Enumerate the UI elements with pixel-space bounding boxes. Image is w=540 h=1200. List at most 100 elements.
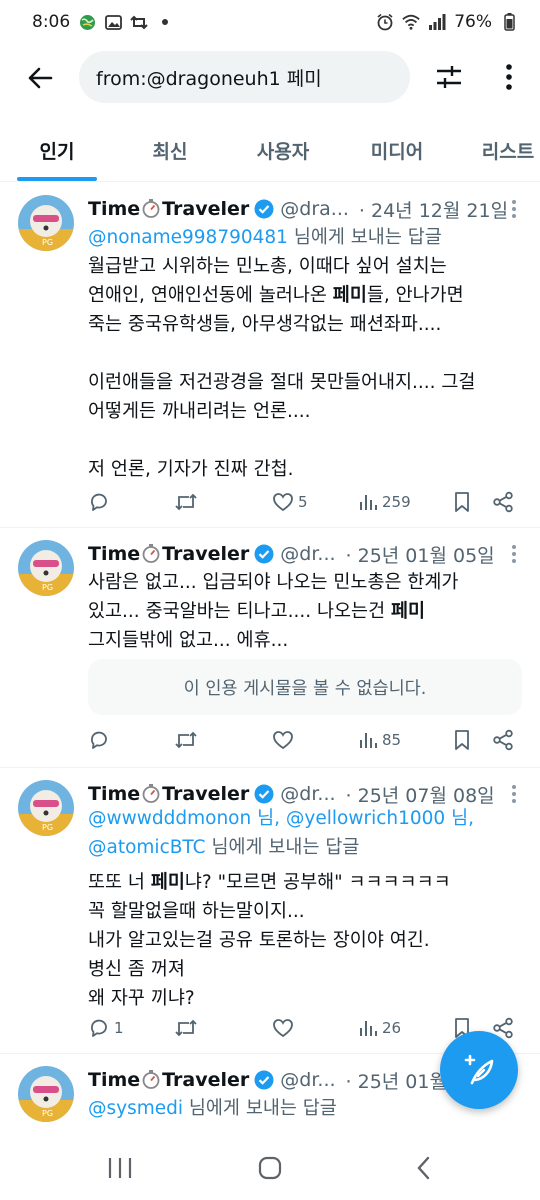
avatar[interactable]: PG [18,195,74,251]
like-count: 5 [298,493,308,511]
reply-button[interactable] [88,487,114,517]
reply-icon [91,493,107,511]
author-name[interactable]: Time Traveler [88,543,249,565]
reply-button[interactable]: 1 [88,1013,124,1043]
avatar[interactable]: PG [18,780,74,836]
views-button[interactable]: 259 [358,487,411,517]
reply-count: 1 [114,1019,124,1037]
mention-link[interactable]: @sysmedi [88,1098,183,1119]
more-vertical-icon [506,64,512,90]
search-input[interactable]: from:@dragoneuh1 페미 [79,51,410,103]
tab-latest[interactable]: 최신 [130,118,210,182]
tweet[interactable]: PG Time Traveler @dra... · 24년 12월 21일 @n… [0,183,540,528]
tab-lists[interactable]: 리스트 [468,118,540,182]
tweet[interactable]: PG Time Traveler @dr... · 25년 07월 08일 @ww… [0,768,540,1054]
reply-context: @wwwdddmonon 님, @yellowrich1000 님, [88,804,526,833]
like-button[interactable] [272,725,298,755]
views-button[interactable]: 26 [358,1013,401,1043]
tweet-header: Time Traveler @dr... · 25년 01월 05일 [88,540,526,568]
stopwatch-emoji-icon [142,199,160,218]
author-name[interactable]: Time Traveler [88,1069,249,1091]
stopwatch-emoji-icon [142,784,160,803]
search-filter-button[interactable] [428,56,470,98]
share-button[interactable] [492,725,514,755]
text-line: 있고... 중국알바는 티나고.... 나오는건 페미 [88,601,426,622]
back-button[interactable] [18,56,62,100]
home-icon [258,1156,282,1180]
tweet-date[interactable]: · 25년 01월 05일 [346,541,495,568]
tweet-more-button[interactable] [504,197,524,221]
views-button[interactable]: 85 [358,725,401,755]
compose-post-button[interactable] [440,1031,518,1109]
share-icon [493,491,513,513]
retweet-button[interactable] [174,487,202,517]
home-button[interactable] [250,1150,290,1186]
heart-icon [273,493,293,512]
text-line: 꼭 할말없을때 하는말이지... [88,901,305,922]
retweet-icon [175,1019,197,1037]
tweet-date[interactable]: · 25년 01월 [346,1067,447,1094]
avatar[interactable]: PG [18,1066,74,1122]
mention-link[interactable]: @wwwdddmonon 님, [88,808,286,829]
search-keyword: 페미 [150,872,185,893]
author-handle: @dra... [280,198,349,220]
tweet-more-button[interactable] [504,542,524,566]
text-line: 월급받고 시위하는 민노총, 이때다 싶어 설치는 [88,256,447,277]
retweet-button[interactable] [174,1013,202,1043]
chevron-left-icon [417,1156,430,1180]
text-line: 저 언론, 기자가 진짜 간첩. [88,459,294,480]
battery-icon [500,13,518,31]
verified-badge-icon [254,784,274,804]
more-vertical-icon [512,545,516,563]
verified-badge-icon [254,544,274,564]
status-time: 8:06 [32,12,71,32]
search-keyword: 페미 [332,285,367,306]
retweet-button[interactable] [174,725,202,755]
mention-link[interactable]: @atomicBTC [88,837,206,858]
arrow-left-icon [28,67,53,89]
sliders-icon [437,66,461,88]
reply-icon [91,1019,107,1037]
tweet-text: @noname998790481 님에게 보내는 답글 월급받고 시위하는 민노… [88,223,526,484]
sync-icon [130,13,148,31]
overflow-menu-button[interactable] [492,56,526,98]
tweet-more-button[interactable] [504,782,524,806]
more-vertical-icon [512,200,516,218]
tab-top[interactable]: 인기 [17,118,97,182]
svg-text:PG: PG [42,583,53,592]
stopwatch-emoji-icon [142,544,160,563]
share-button[interactable] [492,487,514,517]
tweet[interactable]: PG Time Traveler @dr... · 25년 01월 05일 사람은… [0,528,540,768]
bookmark-button[interactable] [452,487,472,517]
avatar[interactable]: PG [18,540,74,596]
mention-link[interactable]: @yellowrich1000 님, [286,808,474,829]
heart-icon [273,731,293,750]
bookmark-button[interactable] [452,725,472,755]
tweet-header: Time Traveler @dra... · 24년 12월 21일 [88,195,526,223]
svg-text:PG: PG [42,238,53,247]
view-count: 259 [382,493,411,511]
reply-button[interactable] [88,725,114,755]
verified-badge-icon [254,1070,274,1090]
notification-dot-icon [156,13,174,31]
tweet-date[interactable]: · 24년 12월 21일 [359,196,508,223]
text-line: 내가 알고있는걸 공유 토론하는 장이야 여긴. [88,930,430,951]
unavailable-quote-card: 이 인용 게시물을 볼 수 없습니다. [88,659,522,715]
tab-people[interactable]: 사용자 [238,118,328,182]
like-button[interactable] [272,1013,298,1043]
battery-percent: 76% [454,12,492,32]
signal-icon [428,13,446,31]
heart-icon [273,1019,293,1038]
mention-link[interactable]: @noname998790481 [88,227,288,248]
author-name[interactable]: Time Traveler [88,198,249,220]
recent-apps-button[interactable] [100,1150,140,1186]
bookmark-icon [455,492,469,512]
author-name[interactable]: Time Traveler [88,783,249,805]
like-button[interactable]: 5 [272,487,308,517]
system-navigation-bar [0,1130,540,1200]
back-nav-button[interactable] [404,1150,444,1186]
retweet-icon [175,731,197,749]
view-count: 26 [382,1019,402,1037]
tab-media[interactable]: 미디어 [352,118,442,182]
retweet-icon [175,493,197,511]
